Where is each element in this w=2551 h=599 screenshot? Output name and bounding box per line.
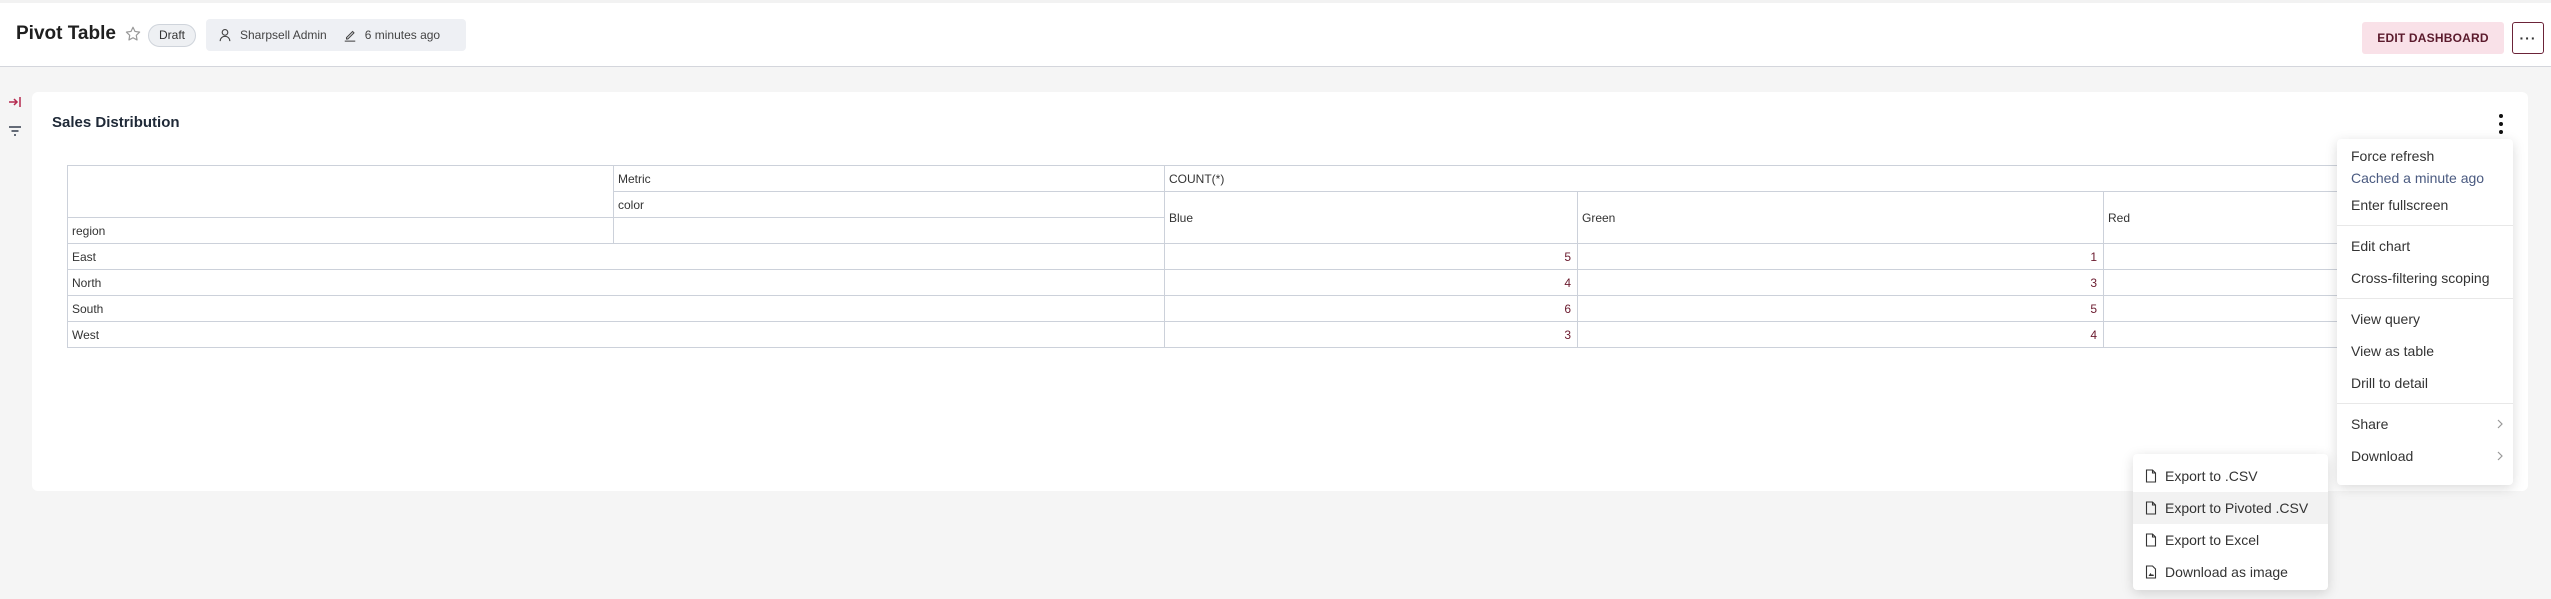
menu-item-label: Download: [2351, 448, 2414, 464]
menu-divider: [2337, 403, 2513, 404]
submenu-item-export-csv[interactable]: Export to .CSV: [2133, 460, 2328, 492]
cell-value: 5: [1577, 295, 2104, 322]
menu-item-cross-filtering-scoping[interactable]: Cross-filtering scoping: [2337, 262, 2513, 294]
row-label: North: [67, 269, 1165, 296]
table-row: North 4 3: [67, 269, 2404, 296]
dashboard-header: Pivot Table Draft Sharpsell Admin 6 minu…: [0, 3, 2551, 67]
pivot-table: Metric COUNT(*) color Blue Green Red reg…: [67, 165, 2404, 348]
table-row: West 3 4: [67, 321, 2404, 348]
file-icon: [2145, 533, 2157, 547]
user-icon: [219, 29, 231, 42]
edit-pencil-icon: [344, 30, 355, 42]
menu-divider: [2337, 298, 2513, 299]
more-options-button[interactable]: ···: [2512, 22, 2544, 54]
submenu-item-export-pivoted-csv[interactable]: Export to Pivoted .CSV: [2133, 492, 2328, 524]
edit-dashboard-button[interactable]: EDIT DASHBOARD: [2362, 22, 2504, 54]
submenu-item-download-image[interactable]: Download as image: [2133, 556, 2328, 588]
submenu-item-export-excel[interactable]: Export to Excel: [2133, 524, 2328, 556]
column-header-blue[interactable]: Blue: [1164, 191, 1578, 244]
menu-item-label: Share: [2351, 416, 2389, 432]
cell-value: 1: [1577, 243, 2104, 270]
download-submenu: Export to .CSV Export to Pivoted .CSV Ex…: [2133, 454, 2328, 590]
menu-item-view-as-table[interactable]: View as table: [2337, 335, 2513, 367]
filter-icon[interactable]: [8, 124, 22, 138]
menu-item-view-query[interactable]: View query: [2337, 303, 2513, 335]
menu-item-edit-chart[interactable]: Edit chart: [2337, 230, 2513, 262]
menu-item-force-refresh[interactable]: Force refresh: [2337, 145, 2513, 167]
row-field-label[interactable]: region: [67, 217, 614, 244]
chart-title: Sales Distribution: [52, 114, 180, 131]
menu-divider: [2337, 225, 2513, 226]
metric-value[interactable]: COUNT(*): [1164, 165, 2404, 192]
row-field-spacer: [613, 217, 1165, 244]
metric-label: Metric: [613, 165, 1165, 192]
menu-item-enter-fullscreen[interactable]: Enter fullscreen: [2337, 189, 2513, 221]
status-badge[interactable]: Draft: [148, 24, 197, 47]
row-label: East: [67, 243, 1165, 270]
column-header-green[interactable]: Green: [1577, 191, 2104, 244]
submenu-item-label: Export to .CSV: [2165, 468, 2258, 484]
cell-value: 3: [1164, 321, 1578, 348]
cell-value: 4: [1577, 321, 2104, 348]
cell-value: 5: [1164, 243, 1578, 270]
menu-item-share[interactable]: Share: [2337, 408, 2513, 440]
favorite-star-icon[interactable]: [124, 25, 142, 43]
cell-value: 6: [1164, 295, 1578, 322]
file-icon: [2145, 469, 2157, 483]
menu-item-download[interactable]: Download: [2337, 440, 2513, 472]
table-row: East 5 1: [67, 243, 2404, 270]
cell-value: 4: [1164, 269, 1578, 296]
row-label: West: [67, 321, 1165, 348]
row-label: South: [67, 295, 1165, 322]
expand-panel-icon[interactable]: [8, 95, 22, 109]
submenu-item-label: Download as image: [2165, 564, 2288, 580]
owner-name: Sharpsell Admin: [240, 28, 327, 42]
modified-time: 6 minutes ago: [364, 28, 441, 42]
dashboard-title: Pivot Table: [16, 23, 116, 44]
pivot-corner-cell: [67, 165, 614, 218]
file-icon: [2145, 501, 2157, 515]
chart-menu-kebab-icon[interactable]: [2496, 114, 2506, 134]
submenu-item-label: Export to Pivoted .CSV: [2165, 500, 2309, 516]
file-image-icon: [2145, 565, 2157, 579]
chevron-right-icon: [2497, 419, 2503, 429]
submenu-item-label: Export to Excel: [2165, 532, 2260, 548]
menu-item-drill-to-detail[interactable]: Drill to detail: [2337, 367, 2513, 399]
metadata-bar: Sharpsell Admin 6 minutes ago: [206, 19, 466, 51]
column-field-label: color: [613, 191, 1165, 218]
chevron-right-icon: [2497, 451, 2503, 461]
cell-value: 3: [1577, 269, 2104, 296]
cached-status: Cached a minute ago: [2351, 170, 2485, 186]
table-row: South 6 5: [67, 295, 2404, 322]
chart-dropdown-menu: Force refresh Cached a minute ago Enter …: [2337, 139, 2513, 485]
